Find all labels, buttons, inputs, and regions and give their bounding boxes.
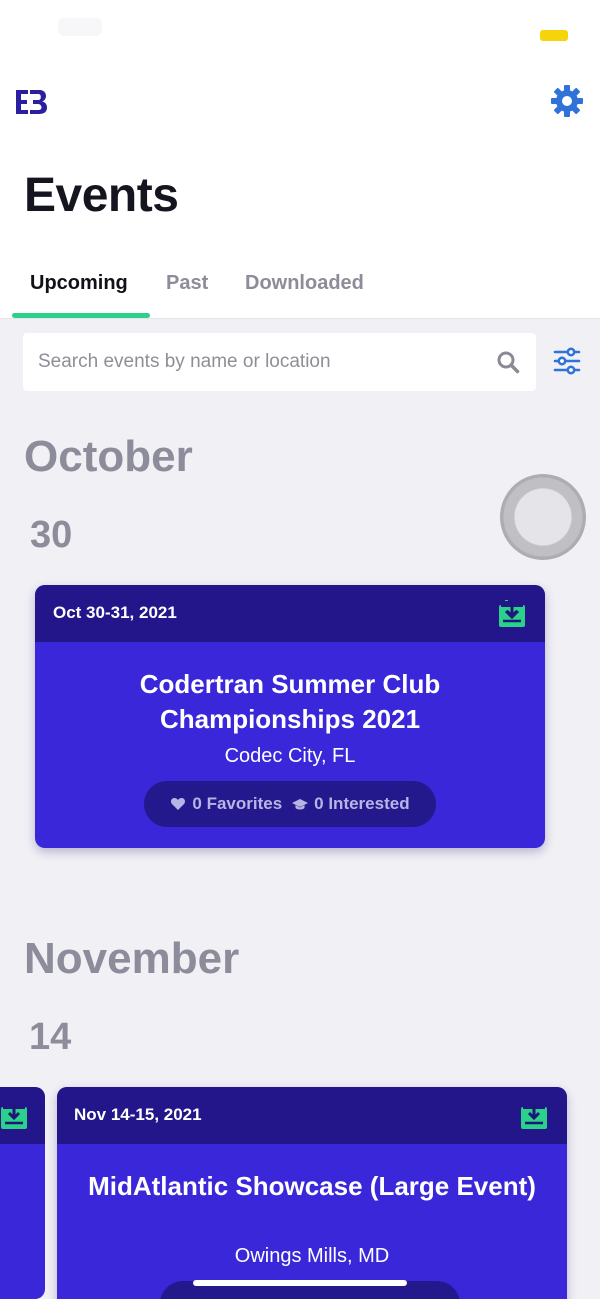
event-location: Codec City, FL: [224, 745, 356, 767]
status-bar: [0, 0, 600, 64]
event-card-partial-previous[interactable]: [0, 1087, 45, 1299]
floating-assistive-button[interactable]: [500, 474, 586, 560]
download-icon[interactable]: [499, 599, 525, 627]
month-heading-october: October: [24, 432, 193, 481]
event-card-header: [0, 1087, 45, 1144]
event-card-header: Nov 14-15, 2021: [57, 1087, 567, 1144]
interested-stat: 0 Interested: [292, 794, 410, 814]
tab-bar: Upcoming Past Downloaded: [0, 264, 600, 318]
event-date: Nov 14-15, 2021: [74, 1105, 202, 1124]
favorites-stat: 0 Favorites: [170, 794, 282, 814]
tab-downloaded[interactable]: Downloaded: [245, 272, 364, 295]
header: Events Upcoming Past Downloaded: [0, 64, 600, 318]
download-icon[interactable]: [521, 1101, 547, 1129]
event-stats: 0 Favorites 0 Interested: [144, 781, 436, 827]
event-card-header: Oct 30-31, 2021: [35, 585, 545, 642]
header-divider: [0, 318, 600, 319]
search-input[interactable]: [23, 333, 493, 391]
status-time-blur: [58, 18, 102, 36]
tab-upcoming[interactable]: Upcoming: [30, 272, 128, 295]
search-box: [23, 333, 536, 391]
page-title: Events: [24, 169, 179, 222]
heart-icon: [171, 798, 186, 810]
download-icon[interactable]: [1, 1101, 27, 1129]
day-heading-14: 14: [29, 1016, 72, 1058]
battery-icon: [540, 30, 568, 41]
event-card-codertran[interactable]: Oct 30-31, 2021 Codertran Summer Club Ch…: [35, 585, 545, 848]
eb-logo-icon[interactable]: [14, 88, 48, 116]
graduation-cap-icon: [292, 799, 309, 810]
month-heading-november: November: [24, 934, 240, 983]
gear-icon[interactable]: [550, 84, 584, 118]
day-heading-30: 30: [30, 514, 73, 556]
event-date: Oct 30-31, 2021: [53, 603, 177, 622]
event-card-midatlantic[interactable]: Nov 14-15, 2021 MidAtlantic Showcase (La…: [57, 1087, 567, 1299]
search-icon[interactable]: [496, 350, 520, 374]
event-location: Owings Mills, MD: [234, 1245, 390, 1267]
event-title: MidAtlantic Showcase (Large Event): [88, 1171, 536, 1201]
filter-icon[interactable]: [552, 346, 582, 376]
interested-count: 0 Interested: [314, 794, 410, 813]
favorites-count: 0 Favorites: [192, 794, 283, 813]
tab-past[interactable]: Past: [166, 272, 208, 295]
home-indicator: [193, 1280, 407, 1286]
event-title: Codertran Summer Club Championships 2021: [139, 669, 441, 734]
